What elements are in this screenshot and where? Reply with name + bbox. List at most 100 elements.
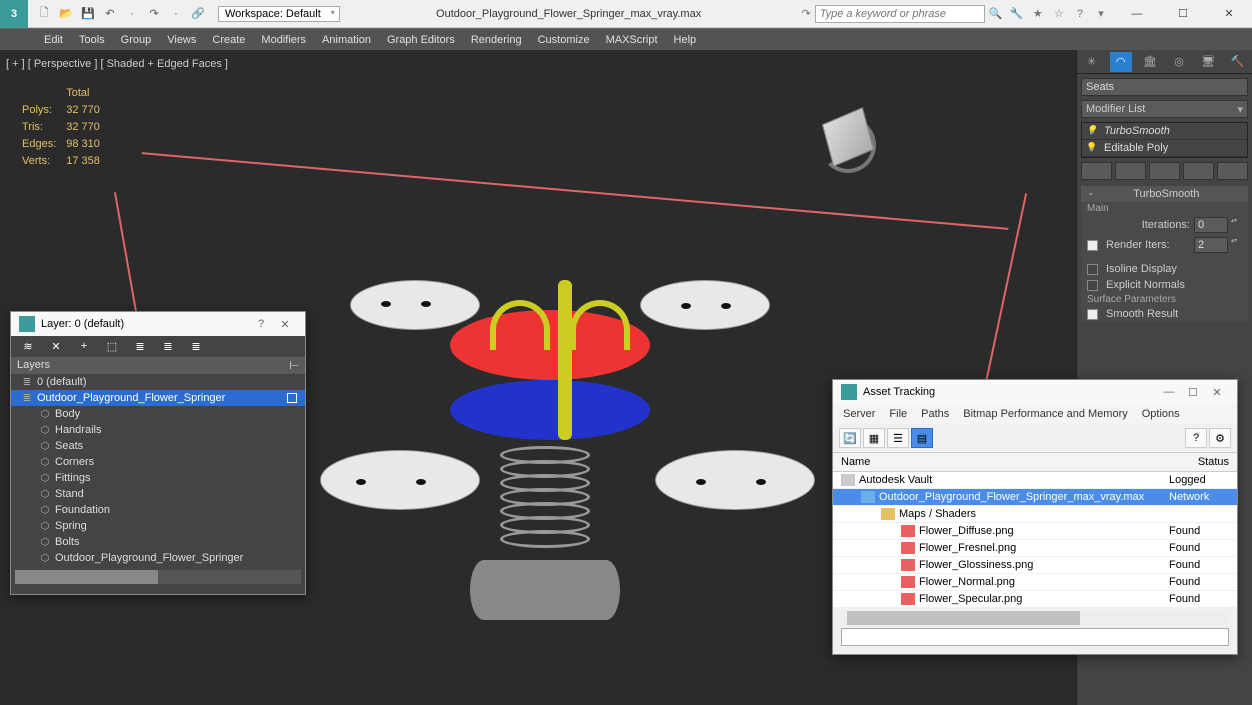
help-button[interactable]: ?: [249, 318, 273, 330]
mesh-handle[interactable]: [570, 300, 630, 350]
link-icon[interactable]: 🔗: [188, 4, 208, 24]
hierarchy-tab-icon[interactable]: 🏛: [1139, 52, 1161, 72]
maximize-button[interactable]: ☐: [1181, 386, 1205, 399]
menu-maxscript[interactable]: MAXScript: [606, 34, 658, 46]
menu-modifiers[interactable]: Modifiers: [261, 34, 306, 46]
mesh-base[interactable]: [470, 560, 620, 620]
settings-icon[interactable]: ⚙: [1209, 428, 1231, 448]
iterations-spinner[interactable]: 0: [1194, 217, 1228, 233]
layer-row[interactable]: ⬡Fittings: [11, 470, 305, 486]
highlight-icon[interactable]: ≣: [131, 340, 149, 353]
rollout-header[interactable]: -TurboSmooth: [1081, 186, 1248, 202]
menu-edit[interactable]: Edit: [14, 34, 63, 46]
star-icon[interactable]: ☆: [1050, 4, 1068, 22]
layer-row[interactable]: ≣0 (default): [11, 374, 305, 390]
menu-tools[interactable]: Tools: [79, 34, 105, 46]
delete-layer-icon[interactable]: ✕: [47, 340, 65, 353]
freeze-icon[interactable]: ≣: [187, 340, 205, 353]
app-logo[interactable]: 3: [0, 0, 28, 28]
motion-tab-icon[interactable]: ◎: [1168, 52, 1190, 72]
save-icon[interactable]: 💾: [78, 4, 98, 24]
asset-row[interactable]: Outdoor_Playground_Flower_Springer_max_v…: [833, 489, 1237, 506]
layer-row[interactable]: ⬡Corners: [11, 454, 305, 470]
layer-dialog[interactable]: Layer: 0 (default) ? ✕ ≋ ✕ + ⬚ ≣ ≣ ≣ Lay…: [10, 311, 306, 595]
layer-row[interactable]: ⬡Body: [11, 406, 305, 422]
modifier-stack[interactable]: TurboSmoothEditable Poly: [1081, 122, 1248, 158]
add-icon[interactable]: +: [75, 340, 93, 353]
create-tab-icon[interactable]: ✳: [1081, 52, 1103, 72]
menu-animation[interactable]: Animation: [322, 34, 371, 46]
tree-view-icon[interactable]: ▦: [863, 428, 885, 448]
asset-menu-bitmap[interactable]: Bitmap Performance and Memory: [963, 408, 1127, 420]
undo-icon[interactable]: ↶: [100, 4, 120, 24]
modifier-list-dropdown[interactable]: Modifier List: [1081, 100, 1248, 118]
asset-menu-file[interactable]: File: [889, 408, 907, 420]
asset-row[interactable]: Flower_Specular.pngFound: [833, 591, 1237, 608]
layer-row[interactable]: ⬡Spring: [11, 518, 305, 534]
help-search-input[interactable]: [815, 5, 985, 23]
asset-row[interactable]: Flower_Glossiness.pngFound: [833, 557, 1237, 574]
asset-row[interactable]: Flower_Normal.pngFound: [833, 574, 1237, 591]
show-end-icon[interactable]: [1115, 162, 1146, 180]
asset-menu-server[interactable]: Server: [843, 408, 875, 420]
display-tab-icon[interactable]: 🖥: [1197, 52, 1219, 72]
minimize-button[interactable]: —: [1114, 0, 1160, 28]
mesh-handle[interactable]: [490, 300, 550, 350]
layers-header[interactable]: Layers⊢: [11, 357, 305, 374]
open-icon[interactable]: 📂: [56, 4, 76, 24]
layer-row[interactable]: ⬡Outdoor_Playground_Flower_Springer: [11, 550, 305, 566]
object-name-field[interactable]: Seats: [1081, 78, 1248, 96]
modifier-turbosmooth[interactable]: TurboSmooth: [1082, 123, 1247, 140]
redo-icon[interactable]: ↷: [144, 4, 164, 24]
table-view-icon[interactable]: ▤: [911, 428, 933, 448]
list-view-icon[interactable]: ☰: [887, 428, 909, 448]
hide-icon[interactable]: ≣: [159, 340, 177, 353]
unique-icon[interactable]: [1149, 162, 1180, 180]
menu-graph-editors[interactable]: Graph Editors: [387, 34, 455, 46]
menu-customize[interactable]: Customize: [538, 34, 590, 46]
mesh-pillar[interactable]: [558, 280, 572, 440]
help-icon[interactable]: ?: [1071, 5, 1089, 23]
layer-row[interactable]: ⬡Foundation: [11, 502, 305, 518]
render-iters-spinner[interactable]: 2: [1194, 237, 1228, 253]
mesh-body-bottom[interactable]: [450, 380, 650, 440]
asset-menu-paths[interactable]: Paths: [921, 408, 949, 420]
menu-create[interactable]: Create: [212, 34, 245, 46]
menu-help[interactable]: Help: [674, 34, 697, 46]
refresh-icon[interactable]: 🔄: [839, 428, 861, 448]
select-icon[interactable]: ⬚: [103, 340, 121, 353]
new-layer-icon[interactable]: ≋: [19, 340, 37, 353]
asset-menu-options[interactable]: Options: [1142, 408, 1180, 420]
asset-columns-header[interactable]: Name Status: [833, 453, 1237, 472]
asset-tracking-dialog[interactable]: Asset Tracking — ☐ ✕ ServerFilePathsBitm…: [832, 379, 1238, 655]
scrollbar-horizontal[interactable]: [841, 611, 1229, 625]
utilities-tab-icon[interactable]: 🔨: [1226, 52, 1248, 72]
modifier-editable-poly[interactable]: Editable Poly: [1082, 140, 1247, 157]
explicit-normals-checkbox[interactable]: [1087, 280, 1098, 291]
star-icon[interactable]: ★: [1029, 4, 1047, 22]
help-icon[interactable]: ?: [1185, 428, 1207, 448]
pin-icon[interactable]: [1081, 162, 1112, 180]
asset-row[interactable]: Flower_Fresnel.pngFound: [833, 540, 1237, 557]
tool-icon[interactable]: 🔧: [1008, 4, 1026, 22]
close-button[interactable]: ✕: [1206, 0, 1252, 28]
layer-row[interactable]: ⬡Handrails: [11, 422, 305, 438]
workspace-selector[interactable]: Workspace: Default: [218, 6, 340, 22]
menu-group[interactable]: Group: [121, 34, 152, 46]
menu-rendering[interactable]: Rendering: [471, 34, 522, 46]
configure-icon[interactable]: [1217, 162, 1248, 180]
search-icon[interactable]: 🔍: [987, 4, 1005, 22]
layer-row[interactable]: ⬡Bolts: [11, 534, 305, 550]
isoline-checkbox[interactable]: [1087, 264, 1098, 275]
dropdown-icon[interactable]: ▾: [1092, 4, 1110, 22]
asset-row[interactable]: Flower_Diffuse.pngFound: [833, 523, 1237, 540]
redo-icon[interactable]: ↷: [801, 7, 810, 20]
mesh-spring[interactable]: [500, 450, 600, 570]
minimize-button[interactable]: —: [1157, 386, 1181, 398]
close-button[interactable]: ✕: [1205, 386, 1229, 399]
menu-views[interactable]: Views: [167, 34, 196, 46]
modify-tab-icon[interactable]: ◠: [1110, 52, 1132, 72]
remove-icon[interactable]: [1183, 162, 1214, 180]
scrollbar-horizontal[interactable]: [15, 570, 301, 584]
viewcube[interactable]: [818, 115, 878, 175]
